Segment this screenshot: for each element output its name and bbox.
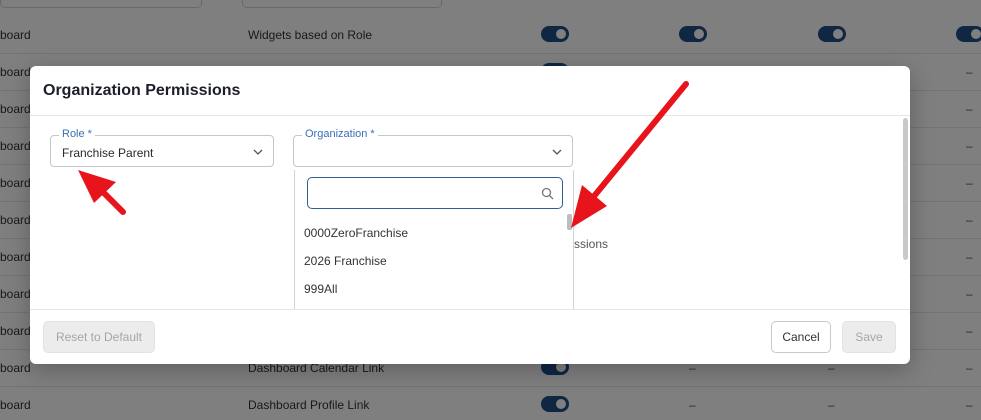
organization-label: Organization * <box>302 128 378 140</box>
organization-select[interactable]: Organization * <box>293 128 573 167</box>
permissions-text-partial: ssions <box>574 237 609 251</box>
modal-scrollbar[interactable] <box>903 118 908 260</box>
role-value: Franchise Parent <box>62 146 154 160</box>
organization-search-input[interactable] <box>307 177 563 209</box>
footer-divider <box>30 309 910 310</box>
reset-to-default-button[interactable]: Reset to Default <box>43 321 155 353</box>
chevron-down-icon <box>253 149 263 155</box>
organization-dropdown: 0000ZeroFranchise 2026 Franchise 999All <box>294 170 574 310</box>
header-divider <box>30 115 910 116</box>
search-icon <box>541 187 554 200</box>
organization-option[interactable]: 999All <box>304 282 337 296</box>
modal-title: Organization Permissions <box>43 82 241 99</box>
organization-permissions-modal: Organization Permissions Role * Franchis… <box>30 66 910 364</box>
cancel-button[interactable]: Cancel <box>771 321 831 353</box>
role-label: Role * <box>59 128 95 140</box>
organization-option[interactable]: 2026 Franchise <box>304 254 387 268</box>
dropdown-scrollbar[interactable] <box>567 214 572 230</box>
chevron-down-icon <box>552 149 562 155</box>
role-select[interactable]: Role * Franchise Parent <box>50 128 274 167</box>
organization-option[interactable]: 0000ZeroFranchise <box>304 226 408 240</box>
save-button[interactable]: Save <box>842 321 896 353</box>
